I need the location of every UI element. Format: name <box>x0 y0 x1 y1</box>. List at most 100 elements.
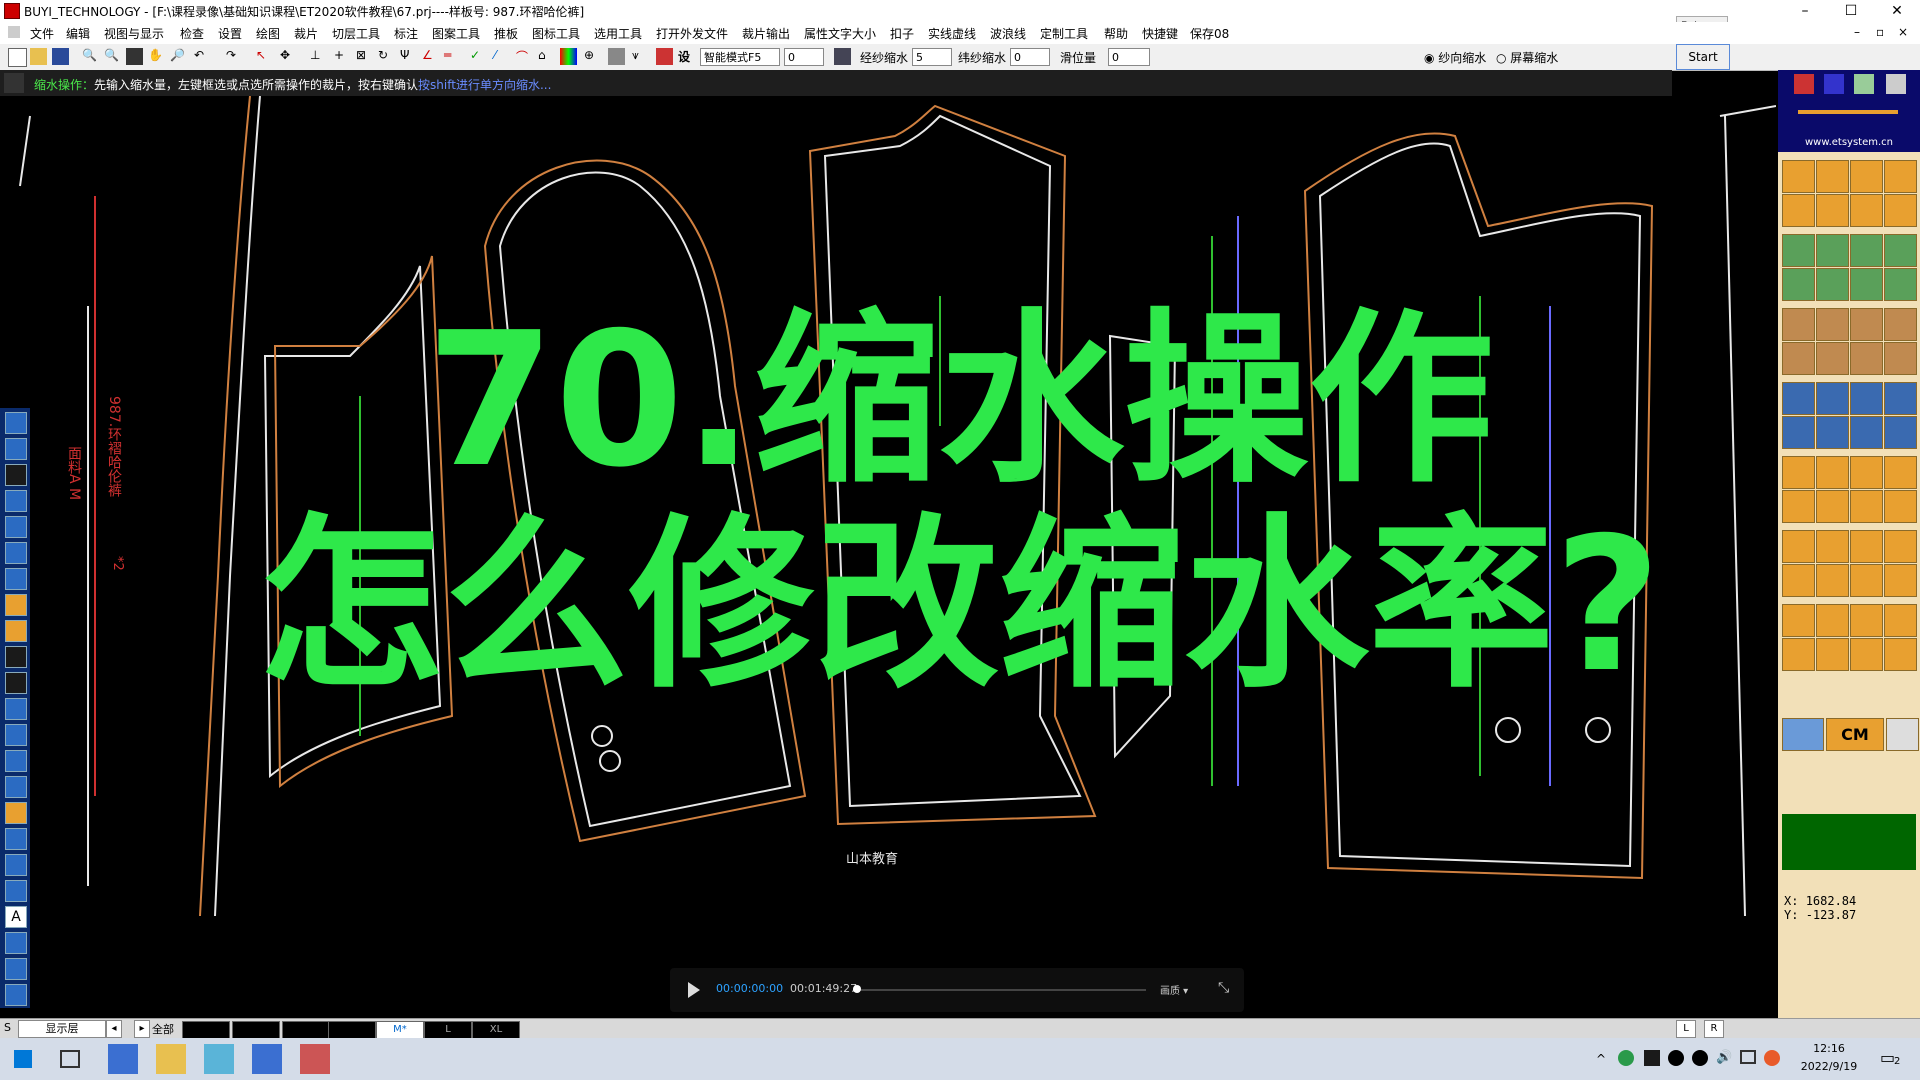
left-tool-tag-icon[interactable] <box>5 932 27 954</box>
menu-line-style[interactable]: 实线虚线 <box>928 25 976 42</box>
rp-tool-30-icon[interactable] <box>1816 416 1849 449</box>
rp-tool-38-icon[interactable] <box>1816 490 1849 523</box>
rp-tool-34-icon[interactable] <box>1816 456 1849 489</box>
tray-app-icon[interactable] <box>1618 1050 1634 1066</box>
fullscreen-icon[interactable]: ⤡ <box>1218 980 1229 996</box>
tab-next-button[interactable]: ▸ <box>134 1020 150 1038</box>
rp-tool-29-icon[interactable] <box>1782 416 1815 449</box>
rp-tool-46-icon[interactable] <box>1816 564 1849 597</box>
panel-blue-icon[interactable] <box>1824 74 1844 94</box>
network-icon[interactable] <box>1740 1050 1756 1064</box>
mdi-close[interactable]: × <box>1898 25 1908 39</box>
rp-tool-35-icon[interactable] <box>1850 456 1883 489</box>
rp-tool-45-icon[interactable] <box>1782 564 1815 597</box>
menu-grading[interactable]: 推板 <box>494 25 518 42</box>
curve-icon[interactable]: ⌒ <box>516 48 533 65</box>
menu-view[interactable]: 视图与显示 <box>104 25 164 42</box>
menu-annotate[interactable]: 标注 <box>394 25 418 42</box>
rp-tool-10-icon[interactable] <box>1816 234 1849 267</box>
rp-tool-41-icon[interactable] <box>1782 530 1815 563</box>
zoom-in-icon[interactable]: 🔍 <box>104 48 121 65</box>
rp-tool-14-icon[interactable] <box>1816 268 1849 301</box>
menu-draw[interactable]: 绘图 <box>256 25 280 42</box>
notification-icon[interactable]: ▭ <box>1880 1048 1895 1067</box>
rp-tool-6-icon[interactable] <box>1816 194 1849 227</box>
menu-help[interactable]: 帮助 <box>1104 25 1128 42</box>
notch-icon[interactable]: ⊕ <box>584 48 601 65</box>
tray-chevron-icon[interactable]: ^ <box>1596 1052 1606 1066</box>
menu-cut-tools[interactable]: 切层工具 <box>332 25 380 42</box>
rp-tool-42-icon[interactable] <box>1816 530 1849 563</box>
menu-shortcuts[interactable]: 快捷键 <box>1142 25 1178 42</box>
box-icon[interactable] <box>656 48 673 65</box>
minimize-button[interactable]: – <box>1782 0 1828 22</box>
left-tool-bracket-icon[interactable] <box>5 828 27 850</box>
rp-tool-23-icon[interactable] <box>1850 342 1883 375</box>
left-tool-funnel-icon[interactable] <box>5 776 27 798</box>
tray-ime-icon[interactable] <box>1764 1050 1780 1066</box>
menu-piece-output[interactable]: 裁片输出 <box>742 25 790 42</box>
menu-custom-tools[interactable]: 定制工具 <box>1040 25 1088 42</box>
mode-select[interactable]: 智能模式F5 <box>700 48 780 66</box>
left-tool-level-icon[interactable] <box>5 854 27 876</box>
value-field[interactable]: 0 <box>784 48 824 66</box>
warp-input[interactable]: 5 <box>912 48 952 66</box>
app-grading-icon[interactable] <box>300 1044 330 1074</box>
rp-tool-9-icon[interactable] <box>1782 234 1815 267</box>
zoom-window-icon[interactable]: 🔎 <box>170 48 187 65</box>
calculator-icon[interactable] <box>834 48 851 65</box>
rp-tool-54-icon[interactable] <box>1816 638 1849 671</box>
size-tab-empty-2[interactable] <box>232 1021 280 1039</box>
rp-tool-22-icon[interactable] <box>1816 342 1849 375</box>
rp-tool-27-icon[interactable] <box>1850 382 1883 415</box>
rp-tool-32-icon[interactable] <box>1884 416 1917 449</box>
rp-tool-24-icon[interactable] <box>1884 342 1917 375</box>
size-tab-l[interactable]: L <box>424 1021 472 1039</box>
all-tab[interactable]: 全部 <box>152 1021 174 1037</box>
save-disk-icon[interactable] <box>52 48 69 65</box>
rp-tool-21-icon[interactable] <box>1782 342 1815 375</box>
split-icon[interactable]: ⩛ <box>632 48 649 65</box>
mdi-minimize[interactable]: – <box>1854 25 1860 39</box>
size-tab-xl[interactable]: XL <box>472 1021 520 1039</box>
menu-open-external[interactable]: 打开外发文件 <box>656 25 728 42</box>
color-icon[interactable] <box>560 48 577 65</box>
close-button[interactable]: ✕ <box>1874 0 1920 22</box>
undo-icon[interactable]: ↶ <box>194 48 211 65</box>
left-tool-text-icon[interactable]: A <box>5 906 27 928</box>
rp-tool-16-icon[interactable] <box>1884 268 1917 301</box>
app-icon[interactable] <box>4 3 20 19</box>
menu-check[interactable]: 检查 <box>180 25 204 42</box>
rp-tool-36-icon[interactable] <box>1884 456 1917 489</box>
radio-grain[interactable]: ◉ 纱向缩水 <box>1424 49 1486 67</box>
rp-tool-43-icon[interactable] <box>1850 530 1883 563</box>
rotate-icon[interactable]: ↻ <box>378 48 395 65</box>
menu-settings[interactable]: 设置 <box>218 25 242 42</box>
tray-qq-icon[interactable] <box>1668 1050 1684 1066</box>
rp-info-icon[interactable] <box>1782 718 1824 751</box>
rp-tool-12-icon[interactable] <box>1884 234 1917 267</box>
rp-tool-44-icon[interactable] <box>1884 530 1917 563</box>
left-tool-cone-icon[interactable] <box>5 802 27 824</box>
size-tab-empty-4[interactable] <box>328 1021 376 1039</box>
rp-tool-15-icon[interactable] <box>1850 268 1883 301</box>
rp-tool-26-icon[interactable] <box>1816 382 1849 415</box>
app-etcad2-icon[interactable] <box>252 1044 282 1074</box>
app-3d-icon[interactable] <box>204 1044 234 1074</box>
zoom-out-icon[interactable]: 🔍 <box>82 48 99 65</box>
grade-icon[interactable]: ⌂ <box>538 48 555 65</box>
rp-tool-39-icon[interactable] <box>1850 490 1883 523</box>
parallel-icon[interactable]: ═ <box>444 48 461 65</box>
select-icon[interactable]: ↖ <box>256 48 273 65</box>
menu-buttons[interactable]: 扣子 <box>890 25 914 42</box>
cm-unit-button[interactable]: CM <box>1826 718 1884 751</box>
rp-tool-33-icon[interactable] <box>1782 456 1815 489</box>
rp-tool-17-icon[interactable] <box>1782 308 1815 341</box>
start-button[interactable]: Start <box>1676 44 1730 70</box>
screen-fit-icon[interactable] <box>126 48 143 65</box>
rp-tool-20-icon[interactable] <box>1884 308 1917 341</box>
maximize-button[interactable]: ☐ <box>1828 0 1874 22</box>
rp-tool-31-icon[interactable] <box>1850 416 1883 449</box>
quality-button[interactable]: 画质 ▾ <box>1160 982 1188 997</box>
rp-tool-18-icon[interactable] <box>1816 308 1849 341</box>
